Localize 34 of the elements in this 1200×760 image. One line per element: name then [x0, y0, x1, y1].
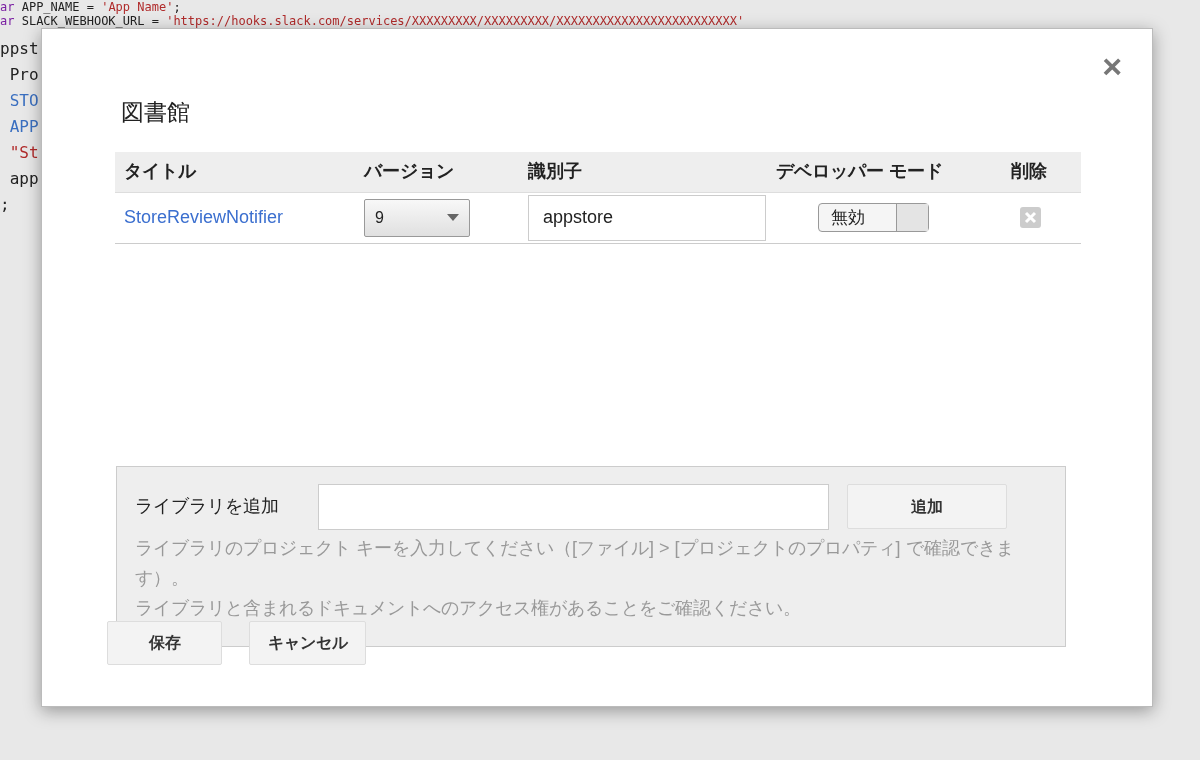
project-key-field[interactable]: [318, 483, 829, 530]
cancel-button[interactable]: キャンセル: [249, 620, 366, 665]
dialog-title: 図書館: [121, 98, 191, 127]
code-text: ;: [173, 0, 181, 14]
column-header: バージョン: [362, 160, 455, 183]
close-button[interactable]: ×: [1102, 49, 1122, 83]
help-text: ライブラリのプロジェクト キーを入力してください（[ファイル] > [プロジェクトのプロパティ] で確認できます）。: [135, 536, 1015, 590]
code-text: ar: [0, 14, 15, 28]
code-text: STO: [8, 90, 39, 112]
column-header: デベロッパー モード: [775, 160, 944, 183]
save-button[interactable]: 保存: [107, 620, 222, 665]
column-header: 識別子: [526, 160, 583, 183]
add-button[interactable]: 追加: [847, 484, 1007, 529]
column-header: タイトル: [123, 160, 198, 183]
code-text: ;: [0, 194, 10, 216]
code-text: Pro: [8, 64, 39, 86]
code-text: SLACK_WEBHOOK_URL =: [20, 14, 160, 28]
code-text: ar: [0, 0, 15, 14]
help-text: ライブラリと含まれるドキュメントへのアクセス権があることをご確認ください。: [135, 596, 802, 620]
code-text: 'App Name': [101, 0, 174, 14]
code-text: APP_NAME =: [20, 0, 95, 14]
caret-icon: [447, 214, 459, 221]
identifier-field[interactable]: appstore: [528, 194, 766, 241]
version-dropdown[interactable]: 9: [364, 198, 470, 237]
code-text: 'https://hooks.slack.com/services/XXXXXXXXX/XXXXXXXXX/XXXXXXXXXXXXXXXXXXXXXXXXX': [166, 14, 745, 28]
code-text: "St: [8, 142, 39, 164]
developer-mode-toggle[interactable]: 無効: [818, 203, 929, 232]
delete-icon[interactable]: [1020, 207, 1041, 228]
code-text: app: [8, 168, 39, 190]
code-text: APP: [8, 116, 39, 138]
add-library-label: ライブラリを追加: [135, 495, 280, 518]
code-text: ppst: [0, 38, 39, 60]
library-link[interactable]: StoreReviewNotifier: [124, 207, 284, 227]
column-header: 削除: [1010, 160, 1048, 183]
